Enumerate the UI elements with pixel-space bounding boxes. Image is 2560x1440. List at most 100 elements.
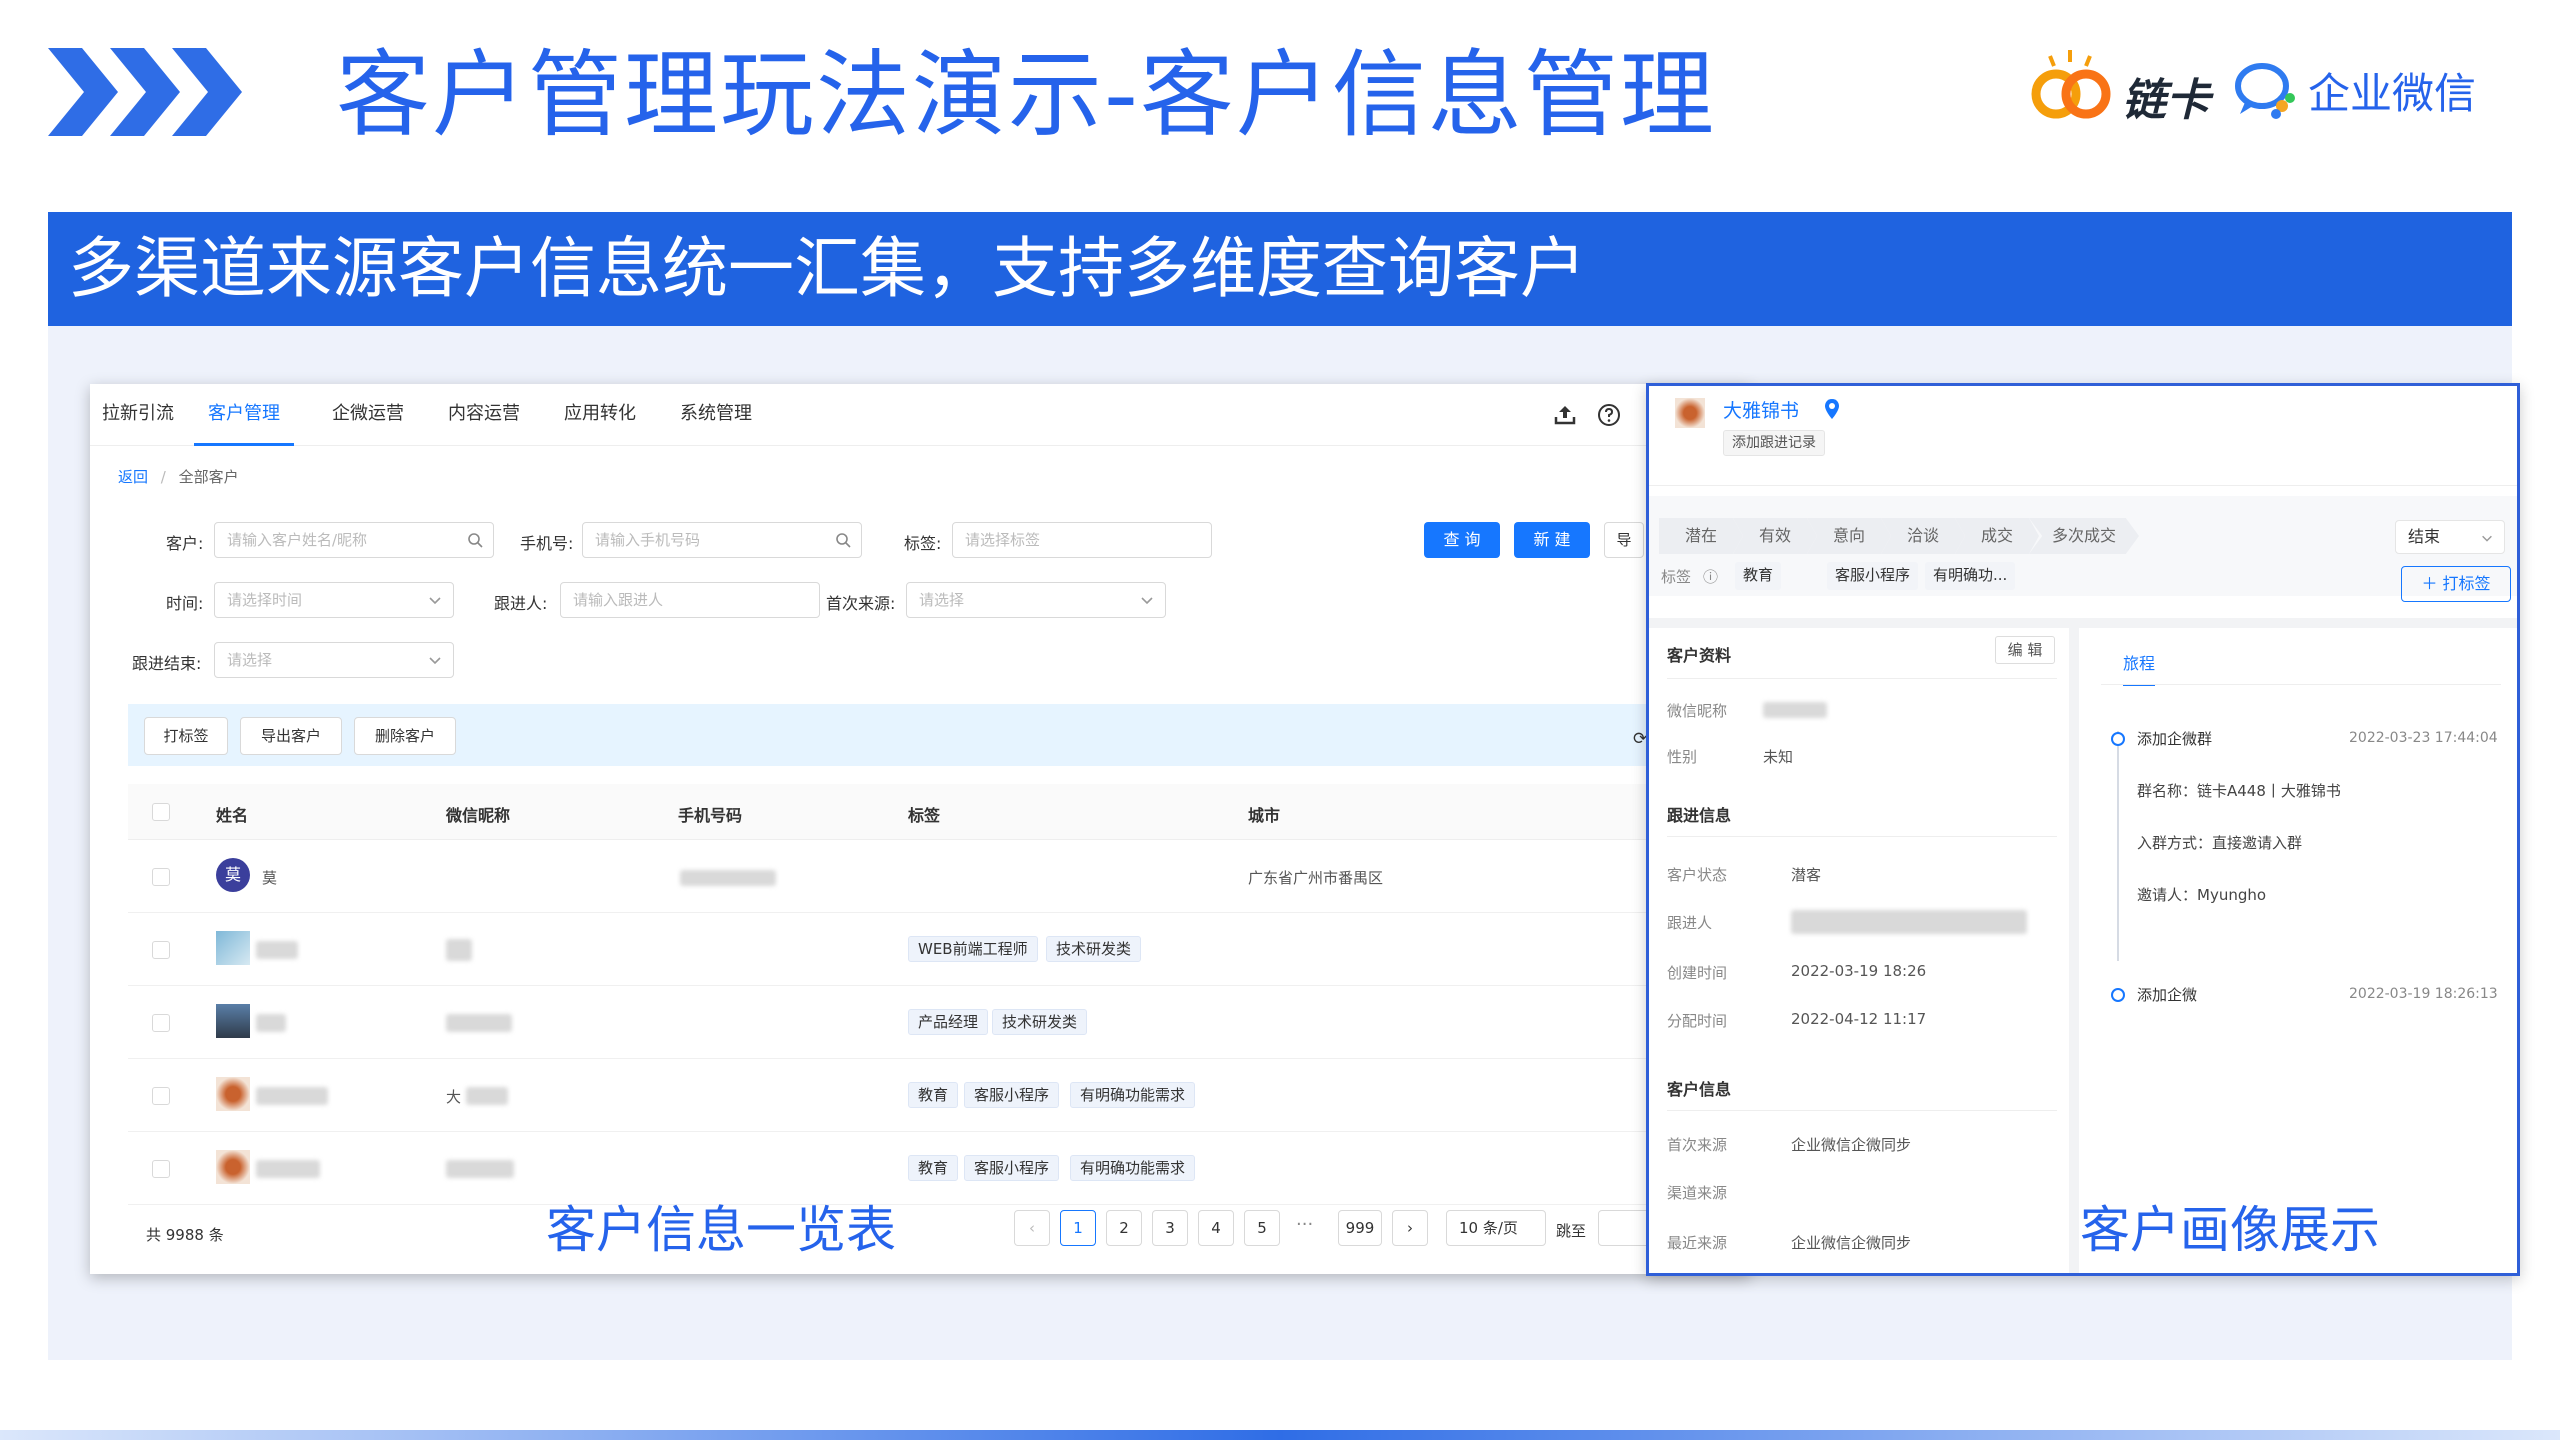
page-size-select[interactable]: 10 条/页: [1446, 1210, 1546, 1246]
channel-source-label: 渠道来源: [1667, 1184, 1728, 1202]
customer-tag: WEB前端工程师: [908, 936, 1038, 962]
stage-potential[interactable]: 潜在: [1659, 518, 1743, 554]
stage-valid[interactable]: 有效: [1733, 518, 1817, 554]
nav-customer-mgmt[interactable]: 客户管理: [194, 384, 294, 446]
name-redacted: [256, 941, 298, 959]
follower-filter-label: 跟进人:: [494, 594, 548, 613]
nav-lead-gen[interactable]: 拉新引流: [102, 384, 174, 446]
chevron-down-icon: [2482, 535, 2492, 542]
stage-repeat-deal[interactable]: 多次成交: [2029, 518, 2139, 554]
row-checkbox[interactable]: [152, 941, 170, 959]
subtitle-banner: 多渠道来源客户信息统一汇集，支持多维度查询客户: [48, 212, 2512, 326]
timeline-event-title: 添加企微群: [2137, 730, 2213, 748]
wework-logo-icon: [2235, 63, 2295, 119]
prev-page-button[interactable]: ‹: [1014, 1210, 1050, 1246]
breadcrumb-separator: /: [160, 468, 166, 486]
nickname-redacted: [446, 1160, 514, 1178]
stage-negotiation[interactable]: 洽谈: [1881, 518, 1965, 554]
customer-search-input[interactable]: 请输入客户姓名/昵称: [214, 522, 494, 558]
add-follow-record-button[interactable]: 添加跟进记录: [1723, 430, 1825, 456]
total-count: 共 9988 条: [146, 1226, 224, 1244]
follower-search-input[interactable]: 请输入跟进人: [560, 582, 820, 618]
timeline-event-detail: 群名称：链卡A448丨大雅锦书: [2137, 782, 2341, 800]
timeline-event-time: 2022-03-23 17:44:04: [2349, 730, 2498, 746]
row-checkbox[interactable]: [152, 1087, 170, 1105]
table-row[interactable]: WEB前端工程师 技术研发类 编辑: [128, 913, 1750, 986]
tab-journey[interactable]: 旅程: [2123, 650, 2156, 686]
created-time-label: 创建时间: [1667, 964, 1728, 982]
delete-customers-button[interactable]: 删除客户: [354, 717, 456, 755]
upload-icon[interactable]: [1552, 402, 1578, 428]
chevron-down-icon: [1141, 597, 1153, 605]
timeline-event-detail: 入群方式：直接邀请入群: [2137, 834, 2303, 852]
table-row[interactable]: 大 教育 客服小程序 有明确功能需求 编辑: [128, 1059, 1750, 1132]
phone-search-input[interactable]: 请输入手机号码: [582, 522, 862, 558]
page-999-button[interactable]: 999: [1338, 1210, 1382, 1246]
pager-ellipsis[interactable]: ···: [1296, 1214, 1313, 1235]
query-button[interactable]: 查 询: [1424, 522, 1500, 558]
bulk-action-toolbar: 打标签 导出客户 删除客户 ⟳ 列表: [128, 704, 1750, 766]
table-row[interactable]: 教育 客服小程序 有明确功能需求 编辑: [128, 1132, 1750, 1205]
follow-end-select[interactable]: 请选择: [214, 642, 454, 678]
profile-tags: 标签 ⓘ 教育 客服小程序 有明确功...: [1649, 556, 2517, 596]
avatar: [216, 1077, 250, 1111]
time-filter-placeholder: 请选择时间: [227, 591, 303, 609]
export-customers-button[interactable]: 导出客户: [240, 717, 342, 755]
chevron-down-icon: [429, 657, 441, 665]
breadcrumb-back-link[interactable]: 返回: [118, 468, 148, 486]
nickname-redacted: [446, 1014, 512, 1032]
bottom-accent-line: [0, 1430, 2560, 1440]
phone-search-placeholder: 请输入手机号码: [595, 531, 701, 549]
table-row[interactable]: 产品经理 技术研发类 编辑: [128, 986, 1750, 1059]
name-redacted: [256, 1014, 286, 1032]
time-filter-select[interactable]: 请选择时间: [214, 582, 454, 618]
add-tag-button[interactable]: ＋ 打标签: [2401, 566, 2511, 602]
page-1-button[interactable]: 1: [1060, 1210, 1096, 1246]
avatar: [216, 1150, 250, 1184]
customer-tag: 技术研发类: [1046, 936, 1142, 962]
page-4-button[interactable]: 4: [1198, 1210, 1234, 1246]
nav-wecom-ops[interactable]: 企微运营: [332, 384, 404, 446]
customer-tag: 教育: [908, 1155, 959, 1181]
customer-list-window: 拉新引流 客户管理 企微运营 内容运营 应用转化 系统管理 返回 / 全部客户 …: [90, 384, 1750, 1274]
select-all-checkbox[interactable]: [152, 803, 170, 821]
profile-tag: 客服小程序: [1827, 562, 1919, 590]
tag-customers-button[interactable]: 打标签: [144, 717, 228, 755]
page-5-button[interactable]: 5: [1244, 1210, 1280, 1246]
row-checkbox[interactable]: [152, 1014, 170, 1032]
chevron-arrows-icon: [48, 48, 242, 136]
table-row[interactable]: 莫 莫 广东省广州市番禺区 编辑: [128, 840, 1750, 913]
gender-label: 性别: [1667, 748, 1698, 766]
tag-filter-input[interactable]: 请选择标签: [952, 522, 1212, 558]
page-3-button[interactable]: 3: [1152, 1210, 1188, 1246]
new-button[interactable]: 新 建: [1514, 522, 1590, 558]
top-nav: 拉新引流 客户管理 企微运营 内容运营 应用转化 系统管理: [90, 384, 1750, 446]
nav-system-mgmt[interactable]: 系统管理: [680, 384, 752, 446]
section-divider: [1649, 618, 2517, 628]
stage-deal[interactable]: 成交: [1955, 518, 2039, 554]
follow-end-placeholder: 请选择: [227, 651, 273, 669]
gender-value: 未知: [1763, 748, 1794, 766]
edit-profile-button[interactable]: 编 辑: [1995, 636, 2055, 664]
page-size-value: 10 条/页: [1459, 1219, 1518, 1237]
first-source-select[interactable]: 请选择: [906, 582, 1166, 618]
row-checkbox[interactable]: [152, 868, 170, 886]
nav-content-ops[interactable]: 内容运营: [448, 384, 520, 446]
timeline-event-detail: 邀请人：Myungho: [2137, 886, 2267, 904]
nav-app-conversion[interactable]: 应用转化: [564, 384, 636, 446]
end-stage-select[interactable]: 结束: [2395, 520, 2505, 554]
assigned-time-label: 分配时间: [1667, 1012, 1728, 1030]
follow-info-title: 跟进信息: [1667, 806, 1732, 825]
help-icon[interactable]: [1596, 402, 1622, 428]
customer-search-placeholder: 请输入客户姓名/昵称: [227, 531, 368, 549]
row-checkbox[interactable]: [152, 1160, 170, 1178]
stage-intent[interactable]: 意向: [1807, 518, 1891, 554]
next-page-button[interactable]: ›: [1392, 1210, 1428, 1246]
customer-info-title: 客户信息: [1667, 1080, 1732, 1099]
profile-tag: 有明确功...: [1925, 562, 2016, 590]
page-2-button[interactable]: 2: [1106, 1210, 1142, 1246]
section-rule: [1667, 1110, 2057, 1111]
import-button[interactable]: 导: [1604, 522, 1644, 558]
column-nickname: 微信昵称: [446, 806, 511, 825]
nickname-redacted: [466, 1087, 508, 1105]
